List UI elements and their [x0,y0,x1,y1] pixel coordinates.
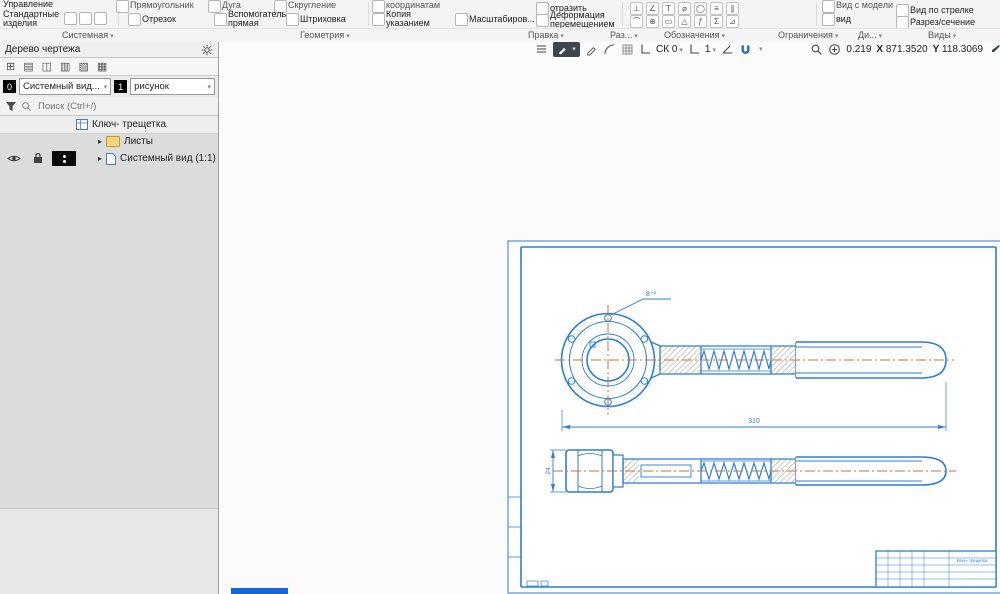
management-label[interactable]: Управление [3,0,53,9]
dot-icon [63,155,66,158]
deformation-icon[interactable] [536,14,549,27]
list-view-icon[interactable]: ▤ [23,60,33,73]
panel-title: Дерево чертежа [5,44,80,55]
rectangle-icon[interactable] [116,0,129,13]
panel-combos: 0 Системный вид... ▾ 1 рисунок ▾ [0,76,218,97]
length-dimension-text[interactable]: 310 [748,418,760,425]
lock-icon[interactable] [33,152,43,164]
hatch-icon[interactable] [286,13,299,26]
document-icon [76,119,88,130]
drawing-tree-panel: Дерево чертежа ⊞ ▤ ◫ ▥ ▧ ▦ 0 Системный в… [0,42,219,594]
folder-icon [106,136,120,147]
copy-icon[interactable] [79,12,92,25]
panel-header: Дерево чертежа [0,42,218,58]
equal-constraint-icon[interactable]: ≡ [710,2,723,15]
construction-line-icon[interactable] [214,13,227,26]
tree-item-sheets[interactable]: ▸ Листы [0,133,218,150]
chevron-down-icon: ▾ [104,83,108,91]
text-icon[interactable]: T [662,2,675,15]
view-from-model-button[interactable]: Вид с модели [836,1,893,10]
parameters-area [0,509,218,594]
current-layer-select[interactable]: рисунок ▾ [130,78,215,95]
title-block: Ключ- трещетка [876,551,996,587]
search-input[interactable] [36,100,213,113]
view-page-icon [106,153,116,165]
hatch-button[interactable]: Штриховка [300,15,346,24]
tree-item-system-view[interactable]: ▸ Системный вид (1:1) [0,150,218,167]
rectangle-button[interactable]: Прямоугольник [130,1,194,10]
ribbon-buttons-row: Управление Стандартные изделия Прямоугол… [0,0,1000,29]
chevron-down-icon: ▾ [207,83,211,91]
tree-item-document[interactable]: Ключ- трещетка [0,116,218,134]
move-by-coordinates-icon[interactable] [372,0,385,13]
dot-icon [63,160,66,163]
arrow-view-button[interactable]: Вид по стрелке [910,6,974,15]
line-segment-icon[interactable] [128,13,141,26]
split-view-icon[interactable]: ◫ [42,60,52,73]
fillet-button[interactable]: Скругление [288,1,336,10]
tangent-icon[interactable]: ⌒ [630,15,643,28]
search-row [0,97,218,116]
view-number-badge: 0 [3,80,16,93]
standard-parts-button-line2[interactable]: изделия [3,19,37,28]
chevron-down-icon: ▾ [110,33,114,40]
filter-icon[interactable] [5,101,17,112]
circle-icon[interactable]: ◯ [694,2,707,15]
function-icon[interactable]: ƒ [694,15,707,28]
separator [816,2,817,26]
ribbon: Управление Стандартные изделия Прямоугол… [0,0,1000,43]
concentric-icon[interactable]: ⊕ [646,15,659,28]
section-view-icon[interactable] [896,16,909,29]
line-segment-button[interactable]: Отрезок [142,15,176,24]
hatch-view-icon[interactable]: ▧ [78,60,88,73]
height-dimension-text[interactable]: 24 [545,467,552,475]
scale-icon[interactable] [455,13,468,26]
copy-by-point-button-line2[interactable]: указанием [386,19,430,28]
diameter-dimension-icon[interactable]: ⌀ [678,2,691,15]
status-strip [231,588,288,594]
paste-icon[interactable] [94,12,107,25]
search-icon [21,101,32,112]
sum-icon[interactable]: Σ [710,15,723,28]
section-view-button[interactable]: Разрез/сечение [910,18,975,27]
deformation-button-line2[interactable]: перемещением [550,20,615,29]
angle-dimension-icon[interactable]: ∠ [646,2,659,15]
current-view-select[interactable]: Системный вид... ▾ [19,78,111,95]
clipboard-icon[interactable] [64,12,77,25]
hole-dimension-text[interactable]: 8⁺² [646,291,657,298]
drawing-viewport[interactable]: Ключ- трещетка [219,42,1000,594]
new-sheet-icon[interactable]: ⊞ [6,60,15,73]
tab-geometry[interactable]: Геометрия▾ [300,30,350,40]
rectangle-tool-icon[interactable]: ▭ [662,15,675,28]
drawing-tree: Ключ- трещетка ▸ Листы ▸ Систе [0,116,218,172]
chevron-down-icon: ▾ [346,33,350,40]
drawing-canvas-area[interactable]: ▾ СК 0▾ 1▾ ▾ [219,42,1000,594]
new-view-button[interactable]: вид [836,15,851,24]
rows-view-icon[interactable]: ▥ [60,60,70,73]
separator [368,2,369,26]
panel-toolbar: ⊞ ▤ ◫ ▥ ▧ ▦ [0,58,218,76]
triangle-icon[interactable]: △ [678,15,691,28]
gear-icon[interactable] [201,44,213,56]
expand-arrow-icon[interactable]: ▸ [98,154,102,163]
title-block-part-name: Ключ- трещетка [956,558,988,563]
grid-view-icon[interactable]: ▦ [97,60,107,73]
arc-icon[interactable] [208,0,221,13]
parallel-icon[interactable]: ∥ [726,2,739,15]
expand-arrow-icon[interactable]: ▸ [98,137,102,146]
layer-state-badge[interactable] [52,151,76,166]
fix-constraint-icon[interactable]: ⊿ [726,15,739,28]
separator [622,2,623,26]
perpendicular-icon[interactable]: ⊥ [630,2,643,15]
copy-by-point-icon[interactable] [372,13,385,26]
eye-icon[interactable] [7,154,21,163]
sheet-frame [508,241,1000,593]
layer-number-badge: 1 [114,80,127,93]
tab-system[interactable]: Системная▾ [62,30,114,40]
new-view-icon[interactable] [822,13,835,26]
construction-line-button-line2[interactable]: прямая [228,19,259,28]
scale-button[interactable]: Масштабиров... [469,15,535,24]
view-from-model-icon[interactable] [822,0,835,13]
